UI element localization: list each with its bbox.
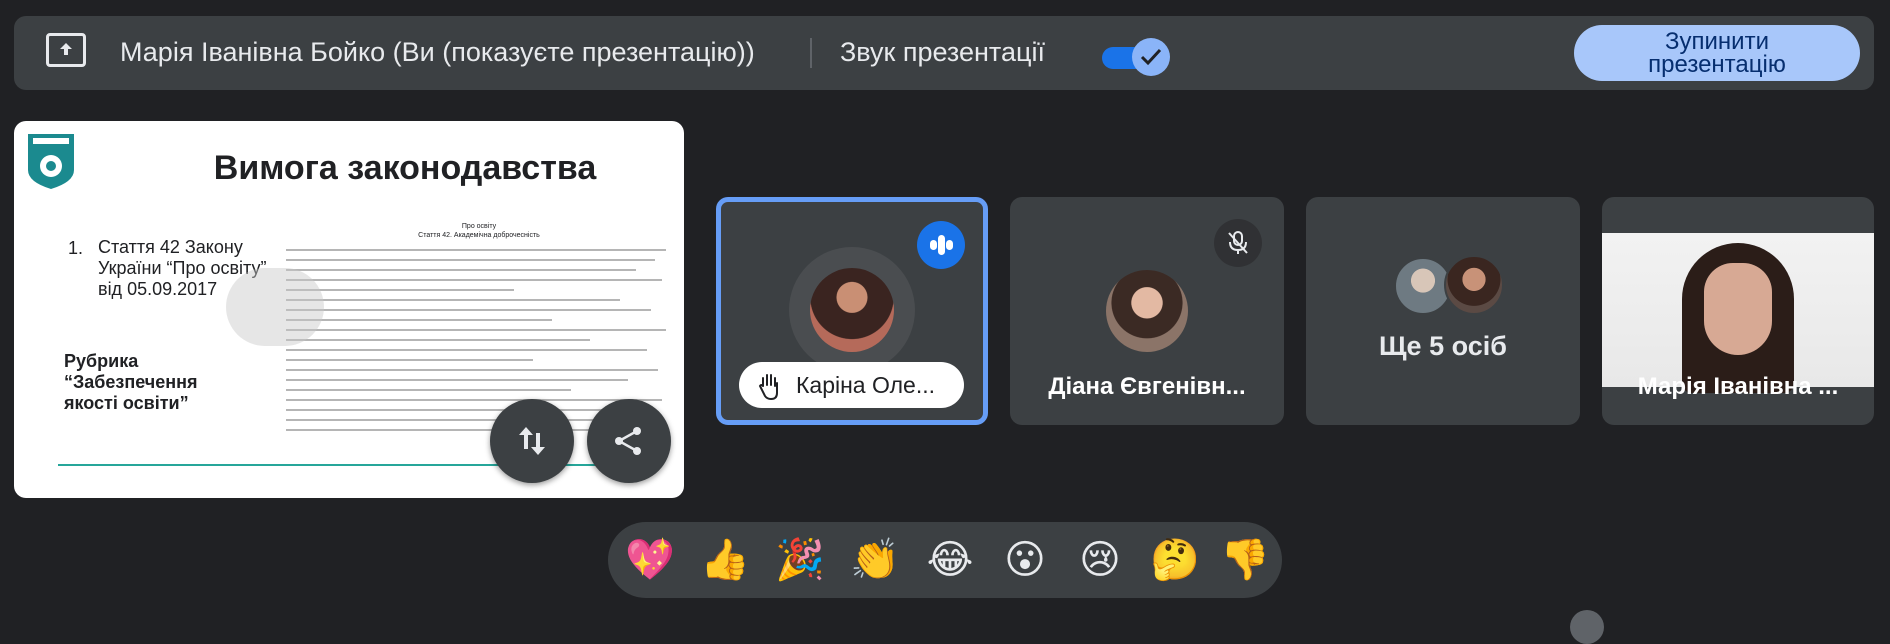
stop-presenting-button[interactable]: Зупинити презентацію <box>1574 25 1860 81</box>
raised-hand-badge: Каріна Оле... <box>739 362 964 408</box>
document-title: Про освіту Стаття 42. Академічна доброче… <box>418 223 540 239</box>
presenter-name: Марія Іванівна Бойко (Ви (показуєте през… <box>120 37 755 67</box>
participant-tile-others[interactable]: Ще 5 осіб <box>1306 197 1580 425</box>
mic-off-icon <box>1214 219 1262 267</box>
raised-hand-icon <box>758 374 778 400</box>
muted-overlay-icon <box>226 268 324 346</box>
presentation-sound-toggle[interactable] <box>1086 36 1170 76</box>
help-icon[interactable] <box>1570 610 1604 644</box>
slide-title: Вимога законодавства <box>213 149 597 187</box>
participant-name: Діана Євгенівн... <box>1048 373 1246 400</box>
check-icon <box>1132 38 1170 76</box>
speaking-indicator-icon <box>917 221 965 269</box>
share-button[interactable] <box>587 399 671 483</box>
more-participants-label: Ще 5 осіб <box>1379 331 1507 361</box>
avatar <box>810 268 894 352</box>
participant-tile-maria[interactable]: Марія Іванівна ... <box>1602 197 1874 425</box>
presentation-tile[interactable]: Вимога законодавства 1. Стаття 42 Закону… <box>14 121 684 498</box>
participant-tile-diana[interactable]: Діана Євгенівн... <box>1010 197 1284 425</box>
reaction-surprised[interactable]: 😮 <box>998 533 1052 587</box>
reactions-bar: 💖 👍 🎉 👏 😂 😮 😢 🤔 👎 <box>608 522 1282 598</box>
participant-name: Каріна Оле... <box>796 372 935 398</box>
swap-tile-button[interactable] <box>490 399 574 483</box>
present-screen-icon <box>46 33 86 67</box>
reaction-clap[interactable]: 👏 <box>848 533 902 587</box>
presentation-sound-label: Звук презентації <box>840 37 1045 67</box>
slide-item-number: 1. <box>68 238 84 258</box>
reaction-thinking[interactable]: 🤔 <box>1148 533 1202 587</box>
swap-arrows-icon <box>519 427 545 455</box>
video-face <box>1704 263 1772 355</box>
reaction-sparkling-heart[interactable]: 💖 <box>623 533 677 587</box>
slide-rubric: Рубрика “Забезпечення якості освіти” <box>64 351 198 413</box>
participant-video <box>1602 233 1874 393</box>
presentation-bar: Марія Іванівна Бойко (Ви (показуєте през… <box>14 16 1874 90</box>
reaction-crying[interactable]: 😢 <box>1073 533 1127 587</box>
reaction-laugh[interactable]: 😂 <box>923 533 977 587</box>
avatar <box>1106 270 1188 352</box>
reaction-thumbs-up[interactable]: 👍 <box>698 533 752 587</box>
participant-tile-karina[interactable]: Каріна Оле... <box>716 197 988 425</box>
avatar <box>1444 255 1504 315</box>
participant-name: Марія Іванівна ... <box>1637 373 1839 400</box>
share-icon <box>615 427 641 455</box>
stop-presenting-label: Зупинити презентацію <box>1648 28 1786 78</box>
reaction-party[interactable]: 🎉 <box>773 533 827 587</box>
divider <box>810 38 812 68</box>
school-emblem-icon <box>28 134 74 189</box>
reaction-thumbs-down[interactable]: 👎 <box>1218 533 1272 587</box>
